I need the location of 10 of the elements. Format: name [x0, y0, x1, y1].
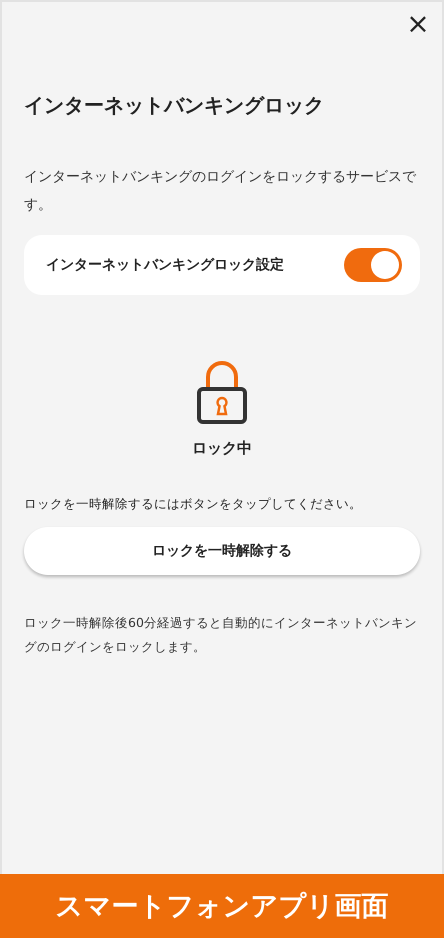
hint-text: ロックを一時解除するにはボタンをタップしてください。: [24, 496, 363, 513]
note-text: ロック一時解除後60分経過すると自動的にインターネットバンキングのログインをロックします。: [24, 614, 418, 656]
toggle-switch[interactable]: [344, 248, 402, 282]
banner-caption: スマートフォンアプリ画面: [0, 874, 444, 938]
unlock-button[interactable]: ロックを一時解除する: [24, 527, 420, 575]
description-text: インターネットバンキングのログインをロックするサービスです。: [24, 168, 418, 215]
close-button[interactable]: ×: [406, 12, 430, 36]
page-title: インターネットバンキングロック: [24, 92, 325, 119]
setting-label: インターネットバンキングロック設定: [46, 256, 284, 274]
lock-status-label: ロック中: [192, 439, 252, 458]
